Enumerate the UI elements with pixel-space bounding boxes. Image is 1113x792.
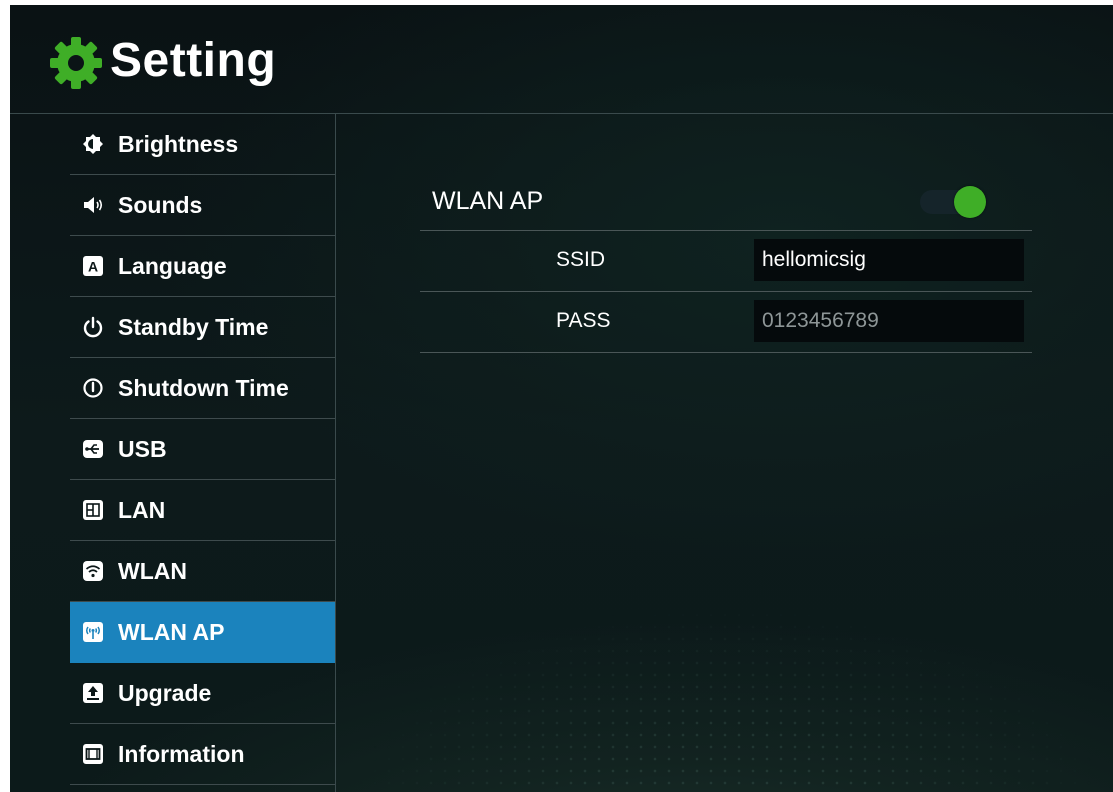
page-title: Setting bbox=[110, 34, 277, 87]
gear-icon bbox=[50, 37, 102, 89]
wifi-icon bbox=[82, 560, 104, 582]
sidebar-item-label: Brightness bbox=[118, 130, 239, 157]
sidebar-item-sounds[interactable]: Sounds bbox=[70, 175, 335, 236]
language-icon: A bbox=[82, 255, 104, 277]
sidebar-item-label: LAN bbox=[118, 496, 166, 523]
wlan-ap-toggle[interactable] bbox=[920, 186, 986, 218]
sidebar-item-wlan[interactable]: WLAN bbox=[70, 541, 335, 602]
sidebar-item-wlan-ap[interactable]: WLAN AP bbox=[70, 602, 335, 663]
sidebar-item-label: WLAN bbox=[118, 557, 187, 584]
sidebar-item-usb[interactable]: USB bbox=[70, 419, 335, 480]
wifi-ap-icon bbox=[82, 621, 104, 643]
ssid-label: SSID bbox=[556, 248, 606, 271]
sidebar-item-standby-time[interactable]: Standby Time bbox=[70, 297, 335, 358]
sidebar-item-lan[interactable]: LAN bbox=[70, 480, 335, 541]
sidebar-item-shutdown-time[interactable]: Shutdown Time bbox=[70, 358, 335, 419]
sidebar-item-label: WLAN AP bbox=[118, 618, 225, 645]
sidebar-item-label: Shutdown Time bbox=[118, 374, 289, 401]
usb-icon bbox=[82, 438, 104, 460]
power-icon bbox=[82, 316, 104, 338]
sidebar-item-label: Upgrade bbox=[118, 679, 212, 706]
sidebar-item-label: Information bbox=[118, 740, 245, 767]
sidebar-item-language[interactable]: A Language bbox=[70, 236, 335, 297]
lan-icon bbox=[82, 499, 104, 521]
svg-text:A: A bbox=[88, 259, 98, 275]
shutdown-icon bbox=[82, 377, 104, 399]
title-bar: Setting bbox=[10, 5, 1113, 114]
sidebar-item-brightness[interactable]: Brightness bbox=[70, 114, 335, 175]
wlan-ap-header: WLAN AP bbox=[420, 178, 1032, 231]
upgrade-icon bbox=[82, 682, 104, 704]
toggle-knob bbox=[954, 186, 986, 218]
password-input[interactable] bbox=[754, 300, 1024, 342]
information-icon bbox=[82, 743, 104, 765]
sidebar-item-information[interactable]: Information bbox=[70, 724, 335, 785]
settings-screen: Setting Brightness Sounds A Language Sta… bbox=[10, 5, 1113, 792]
sidebar: Brightness Sounds A Language Standby Tim… bbox=[70, 114, 336, 792]
wlan-ap-panel: WLAN AP SSID PASS bbox=[336, 114, 1113, 792]
sidebar-item-label: Sounds bbox=[118, 191, 203, 218]
ssid-input[interactable] bbox=[754, 239, 1024, 281]
pass-label: PASS bbox=[556, 309, 611, 332]
ssid-row: SSID bbox=[420, 231, 1032, 292]
section-title: WLAN AP bbox=[432, 187, 544, 215]
sidebar-item-label: Standby Time bbox=[118, 313, 269, 340]
sidebar-item-label: USB bbox=[118, 435, 167, 462]
brightness-icon bbox=[82, 133, 104, 155]
pass-row: PASS bbox=[420, 292, 1032, 353]
speaker-icon bbox=[82, 194, 104, 216]
sidebar-item-label: Language bbox=[118, 252, 227, 279]
sidebar-item-upgrade[interactable]: Upgrade bbox=[70, 663, 335, 724]
